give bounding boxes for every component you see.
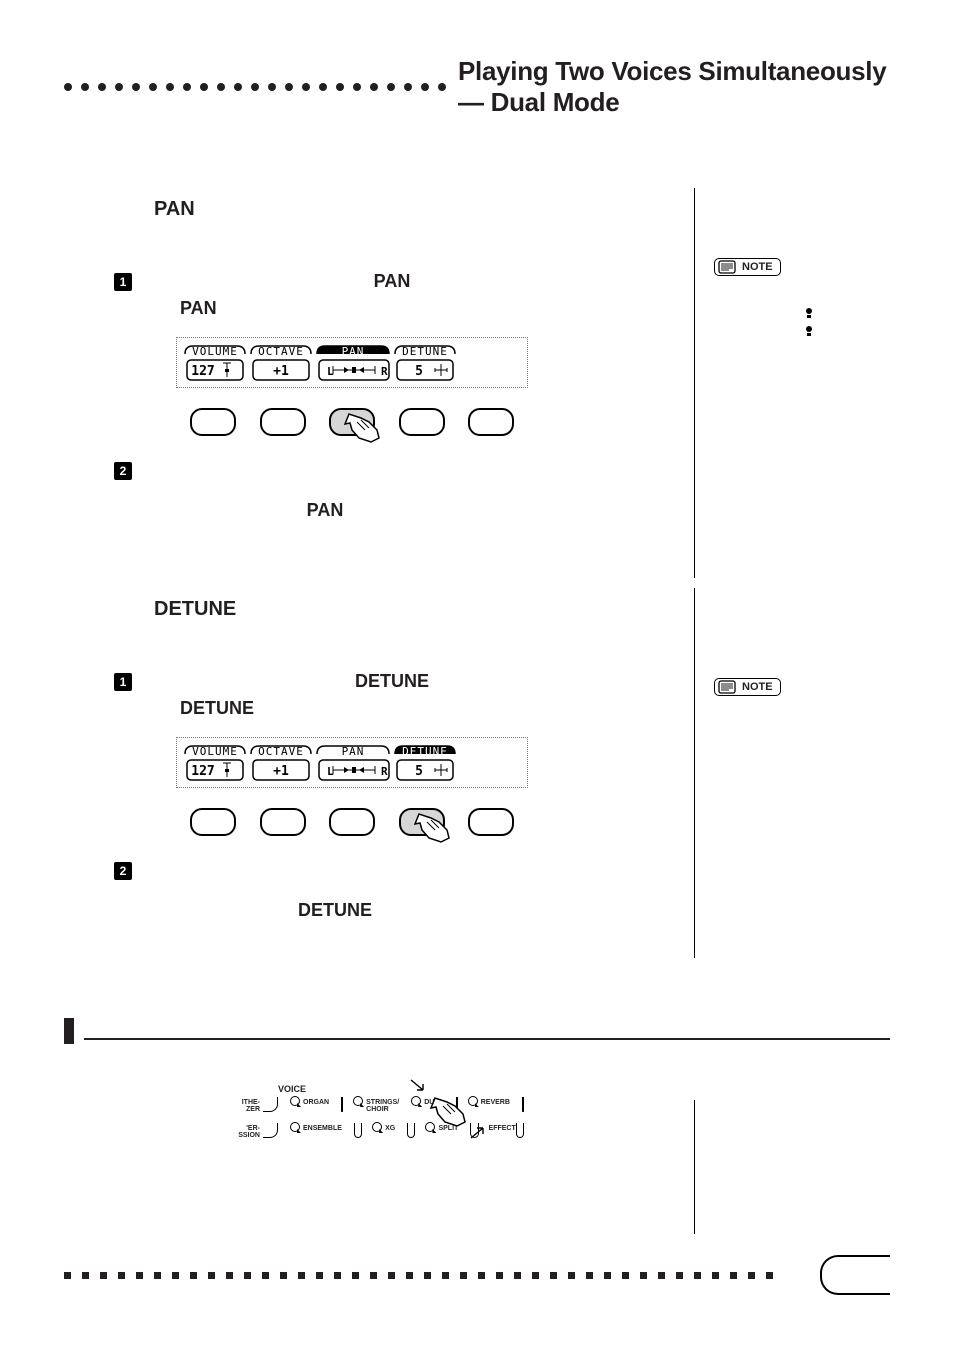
- voice-panel: VOICE ITHE- ZER ORGAN STRINGS/ CHOIR DUA…: [234, 1084, 524, 1139]
- hand-icon: [413, 808, 453, 848]
- detune-step1-lead: DETUNE: [327, 671, 457, 692]
- note-icon: [718, 680, 736, 694]
- arrow-icon: [469, 1122, 487, 1140]
- section-tab: [64, 1018, 74, 1044]
- soft-button-row: [176, 388, 528, 436]
- led-icon: [353, 1096, 363, 1106]
- lcd-pan: VOLUME 127: [176, 337, 528, 436]
- detune-step1-sub: DETUNE: [180, 698, 634, 719]
- step-number-1: 1: [114, 273, 132, 291]
- dot-leader: [64, 83, 446, 91]
- step-number-2: 2: [114, 462, 132, 480]
- column-rule: [694, 188, 695, 578]
- page-number-tab: [820, 1255, 890, 1295]
- led-icon: [411, 1096, 421, 1106]
- pan-heading: PAN: [154, 198, 634, 221]
- chapter-title: Playing Two Voices Simultaneously — Dual…: [458, 56, 890, 118]
- voice-label: ORGAN: [303, 1099, 329, 1106]
- hand-icon: [429, 1092, 469, 1132]
- soft-button[interactable]: [399, 408, 445, 436]
- svg-text:PAN: PAN: [342, 745, 365, 758]
- soft-button[interactable]: [260, 808, 306, 836]
- note-label: NOTE: [742, 681, 773, 693]
- svg-text:OCTAVE: OCTAVE: [258, 745, 304, 758]
- detune-step-2: 2 DETUNE: [114, 860, 634, 921]
- note-box: NOTE: [714, 258, 874, 279]
- voice-label: XG: [385, 1125, 395, 1132]
- svg-text:VOLUME: VOLUME: [192, 745, 238, 758]
- panel-button[interactable]: [516, 1123, 524, 1138]
- page-header: Playing Two Voices Simultaneously — Dual…: [64, 56, 890, 118]
- led-icon: [468, 1096, 478, 1106]
- detune-step2-label: DETUNE: [270, 900, 400, 921]
- svg-text:DETUNE: DETUNE: [402, 745, 448, 758]
- hand-icon: [343, 408, 383, 448]
- panel-button[interactable]: [522, 1097, 524, 1112]
- svg-text:VOLUME: VOLUME: [192, 345, 238, 358]
- svg-text:+1: +1: [273, 764, 289, 779]
- column-rule: [694, 588, 695, 958]
- panel-button[interactable]: [354, 1123, 362, 1138]
- panel-button[interactable]: [341, 1097, 343, 1112]
- svg-text:R: R: [381, 765, 388, 778]
- bottom-section: VOICE ITHE- ZER ORGAN STRINGS/ CHOIR DUA…: [64, 1018, 890, 1234]
- svg-text:127: 127: [191, 764, 214, 779]
- panel-button[interactable]: [263, 1097, 278, 1112]
- pan-step2-label: PAN: [270, 500, 380, 521]
- step-number-1: 1: [114, 673, 132, 691]
- svg-text:+1: +1: [273, 364, 289, 379]
- svg-text:R: R: [381, 365, 388, 378]
- soft-button[interactable]: [329, 808, 375, 836]
- voice-panel-row: ITHE- ZER ORGAN STRINGS/ CHOIR DUAL REVE…: [234, 1097, 524, 1113]
- soft-button-row: [176, 788, 528, 836]
- soft-button[interactable]: [468, 808, 514, 836]
- detune-step-1: 1 DETUNE DETUNE VOLUME 127: [114, 671, 634, 836]
- arrow-icon: [409, 1078, 427, 1096]
- pan-step1-sub: PAN: [180, 298, 634, 319]
- detune-heading: DETUNE: [154, 598, 634, 621]
- note-box: NOTE: [714, 678, 874, 699]
- section-rule: [84, 1038, 890, 1040]
- detune-block: DETUNE 1 DETUNE DETUNE VOLUME: [64, 588, 890, 958]
- led-icon: [290, 1122, 300, 1132]
- svg-text:PAN: PAN: [342, 345, 365, 358]
- voice-label: EFFECT: [489, 1125, 516, 1132]
- voice-panel-row: 'ER- SSION ENSEMBLE XG SPLIT EFFECT: [234, 1123, 524, 1139]
- figure-icon: [802, 307, 816, 339]
- step-number-2: 2: [114, 862, 132, 880]
- soft-button-pan[interactable]: [329, 408, 375, 436]
- soft-button[interactable]: [190, 408, 236, 436]
- voice-label: ITHE- ZER: [234, 1099, 260, 1113]
- led-icon: [372, 1122, 382, 1132]
- pan-step-1: 1 PAN PAN VOLUME: [114, 271, 634, 436]
- pan-step1-lead: PAN: [337, 271, 447, 292]
- lcd-detune: VOLUME 127 OCTAVE: [176, 737, 528, 836]
- square-leader: [64, 1272, 784, 1279]
- pan-step-2: 2 PAN: [114, 460, 634, 521]
- led-icon: [290, 1096, 300, 1106]
- svg-text:5: 5: [415, 764, 423, 779]
- pan-block: PAN 1 PAN PAN VOLUME: [64, 188, 890, 578]
- panel-button[interactable]: [407, 1123, 415, 1138]
- voice-label: REVERB: [481, 1099, 510, 1106]
- soft-button-detune[interactable]: [399, 808, 445, 836]
- soft-button[interactable]: [190, 808, 236, 836]
- voice-label: ENSEMBLE: [303, 1125, 342, 1132]
- soft-button[interactable]: [468, 408, 514, 436]
- svg-text:DETUNE: DETUNE: [402, 345, 448, 358]
- panel-button[interactable]: [263, 1123, 278, 1138]
- svg-text:5: 5: [415, 364, 423, 379]
- svg-text:OCTAVE: OCTAVE: [258, 345, 304, 358]
- voice-label: STRINGS/ CHOIR: [366, 1099, 399, 1113]
- voice-label: 'ER- SSION: [234, 1125, 260, 1139]
- note-label: NOTE: [742, 261, 773, 273]
- voice-panel-title: VOICE: [278, 1084, 524, 1094]
- soft-button[interactable]: [260, 408, 306, 436]
- page-footer: [64, 1255, 890, 1295]
- svg-text:127: 127: [191, 364, 214, 379]
- note-icon: [718, 260, 736, 274]
- column-rule: [694, 1100, 695, 1234]
